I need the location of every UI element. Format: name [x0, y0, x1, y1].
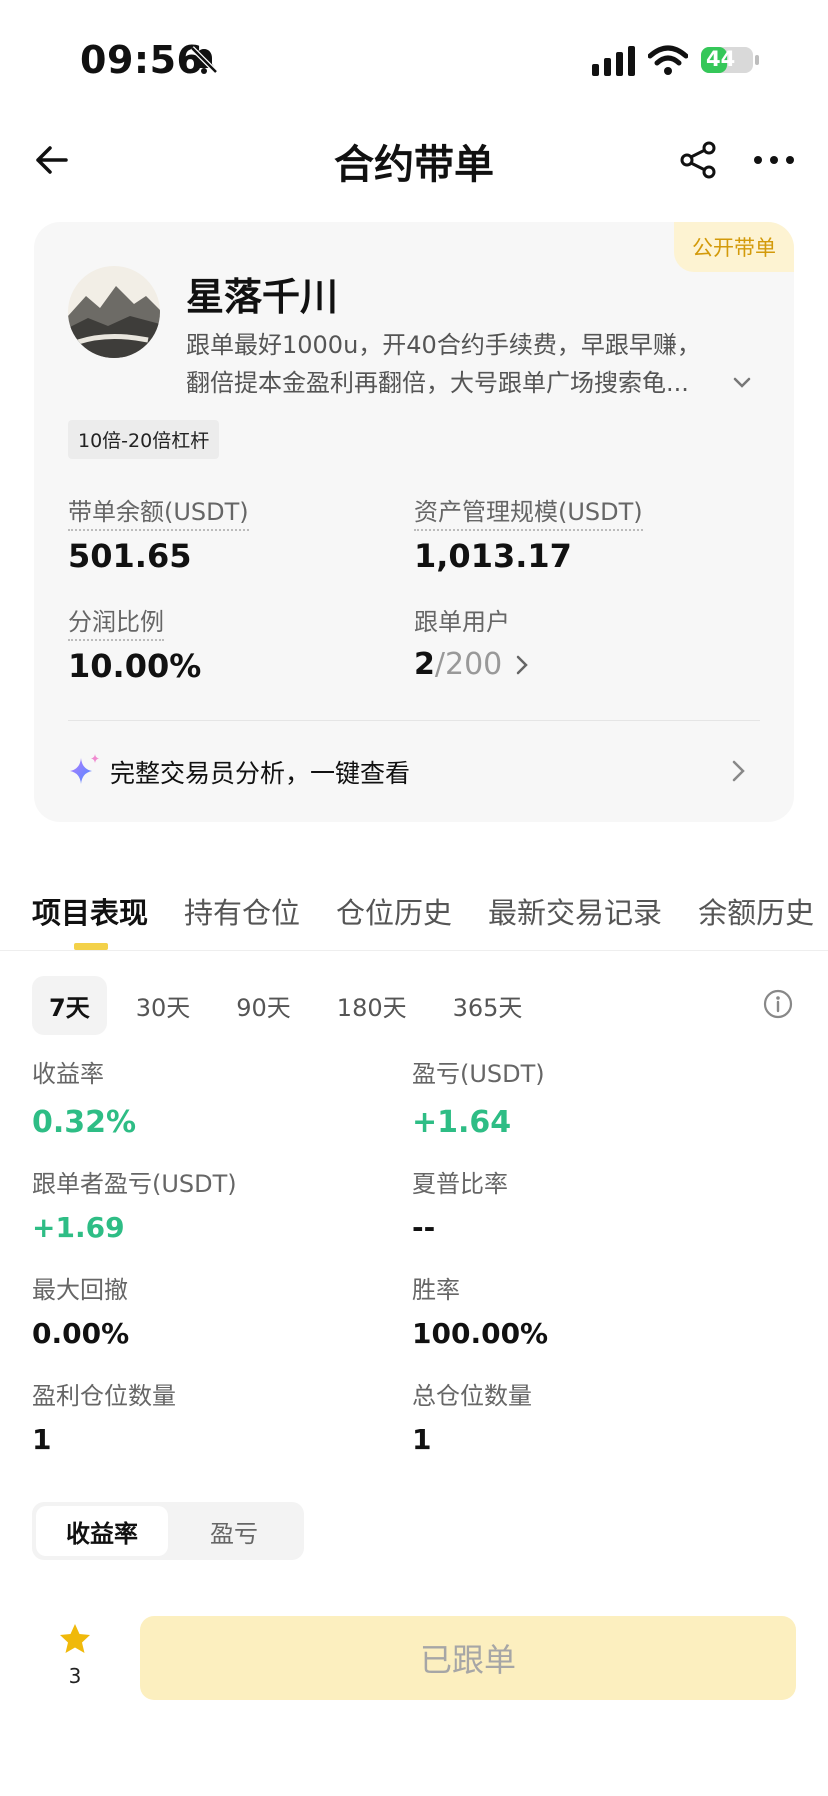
- active-tab-indicator: [74, 943, 108, 950]
- drawdown-value: 0.00%: [32, 1317, 130, 1350]
- trader-analysis-link[interactable]: 完整交易员分析，一键查看: [110, 754, 410, 790]
- bio-line: 跟单最好1000u，开40合约手续费，早跟早赚，: [186, 331, 701, 359]
- period-90d[interactable]: 90天: [219, 976, 308, 1035]
- battery-icon: 44: [700, 44, 760, 76]
- chevron-right-icon[interactable]: [730, 758, 748, 784]
- period-30d[interactable]: 30天: [119, 976, 208, 1035]
- tab-balance-history[interactable]: 余额历史: [698, 890, 814, 950]
- aum-label[interactable]: 资产管理规模(USDT): [414, 498, 643, 531]
- info-icon[interactable]: [762, 988, 794, 1020]
- sparkle-icon: [70, 754, 99, 784]
- public-lead-badge: 公开带单: [674, 222, 794, 272]
- card-divider: [68, 720, 760, 721]
- followers-count[interactable]: 2/200: [414, 647, 532, 682]
- metric-pnl: 盈亏(USDT) +1.64: [412, 1054, 545, 1140]
- chart-toggle: 收益率 盈亏: [32, 1502, 304, 1560]
- favorites-count: 3: [68, 1664, 82, 1688]
- profit-share-stat: 分润比例 10.00%: [68, 602, 201, 685]
- sharpe-label: 夏普比率: [412, 1170, 508, 1198]
- bio-line: 翻倍提本金盈利再翻倍，大号跟单广场搜索龟...: [186, 369, 689, 397]
- period-7d[interactable]: 7天: [32, 976, 107, 1035]
- avatar[interactable]: [68, 266, 160, 358]
- total-positions-label: 总仓位数量: [412, 1382, 532, 1410]
- tab-position-history[interactable]: 仓位历史: [336, 890, 452, 950]
- period-365d[interactable]: 365天: [436, 976, 540, 1035]
- metric-winrate: 胜率 100.00%: [412, 1270, 548, 1350]
- chevron-right-icon: [517, 655, 529, 674]
- cellular-signal-icon: [592, 46, 635, 76]
- toggle-roi[interactable]: 收益率: [36, 1506, 168, 1556]
- balance-label[interactable]: 带单余额(USDT): [68, 498, 249, 531]
- followed-button[interactable]: 已跟单: [140, 1616, 796, 1700]
- followers-current: 2: [414, 647, 435, 682]
- pnl-label: 盈亏(USDT): [412, 1060, 545, 1088]
- aum-stat: 资产管理规模(USDT) 1,013.17: [414, 492, 643, 575]
- profit-positions-value: 1: [32, 1423, 52, 1456]
- total-positions-value: 1: [412, 1423, 432, 1456]
- roi-label: 收益率: [32, 1060, 104, 1088]
- leverage-tag: 10倍-20倍杠杆: [68, 420, 220, 459]
- period-selector: 7天 30天 90天 180天 365天: [32, 976, 539, 1035]
- section-tabs: 项目表现 持有仓位 仓位历史 最新交易记录 余额历史: [32, 890, 814, 950]
- trader-name: 星落千川: [186, 275, 339, 319]
- wifi-icon: [648, 45, 688, 75]
- roi-value: 0.32%: [32, 1105, 137, 1140]
- trader-bio: 跟单最好1000u，开40合约手续费，早跟早赚， 翻倍提本金盈利再翻倍，大号跟单…: [186, 326, 726, 402]
- tab-open-positions[interactable]: 持有仓位: [184, 890, 300, 950]
- battery-level: 44: [706, 47, 736, 71]
- followers-label: 跟单用户: [414, 608, 510, 636]
- sharpe-value: --: [412, 1211, 436, 1244]
- metric-drawdown: 最大回撤 0.00%: [32, 1270, 129, 1350]
- tab-latest-trades[interactable]: 最新交易记录: [488, 890, 662, 950]
- period-180d[interactable]: 180天: [320, 976, 424, 1035]
- metric-roi: 收益率 0.32%: [32, 1054, 136, 1140]
- metric-profit-positions: 盈利仓位数量 1: [32, 1376, 176, 1456]
- status-time: 09:56: [80, 38, 204, 82]
- chevron-down-icon[interactable]: [728, 368, 756, 396]
- toggle-pnl[interactable]: 盈亏: [168, 1506, 300, 1556]
- winrate-value: 100.00%: [412, 1317, 549, 1350]
- profit-positions-label: 盈利仓位数量: [32, 1382, 176, 1410]
- aum-value: 1,013.17: [414, 537, 572, 575]
- balance-stat: 带单余额(USDT) 501.65: [68, 492, 249, 575]
- share-icon[interactable]: [678, 140, 718, 180]
- tab-performance[interactable]: 项目表现: [32, 890, 148, 950]
- followers-max: /200: [434, 647, 503, 682]
- trader-card: 公开带单 星落千川 跟单最好1000u，开40合约手续费，早跟早赚， 翻倍提本金…: [34, 222, 794, 822]
- follower-pnl-value: +1.69: [32, 1211, 125, 1244]
- star-icon[interactable]: [58, 1622, 92, 1656]
- winrate-label: 胜率: [412, 1276, 460, 1304]
- followers-stat[interactable]: 跟单用户 2/200: [414, 602, 532, 682]
- profit-share-label[interactable]: 分润比例: [68, 608, 164, 641]
- follower-pnl-label: 跟单者盈亏(USDT): [32, 1170, 237, 1198]
- tabs-divider: [0, 950, 828, 951]
- balance-value: 501.65: [68, 537, 192, 575]
- profit-share-value: 10.00%: [68, 647, 202, 685]
- pnl-value: +1.64: [412, 1105, 512, 1140]
- bell-muted-icon: [190, 46, 218, 74]
- metric-total-positions: 总仓位数量 1: [412, 1376, 532, 1456]
- metric-sharpe: 夏普比率 --: [412, 1164, 508, 1244]
- more-icon[interactable]: [752, 148, 796, 172]
- metric-follower-pnl: 跟单者盈亏(USDT) +1.69: [32, 1164, 237, 1244]
- drawdown-label: 最大回撤: [32, 1276, 128, 1304]
